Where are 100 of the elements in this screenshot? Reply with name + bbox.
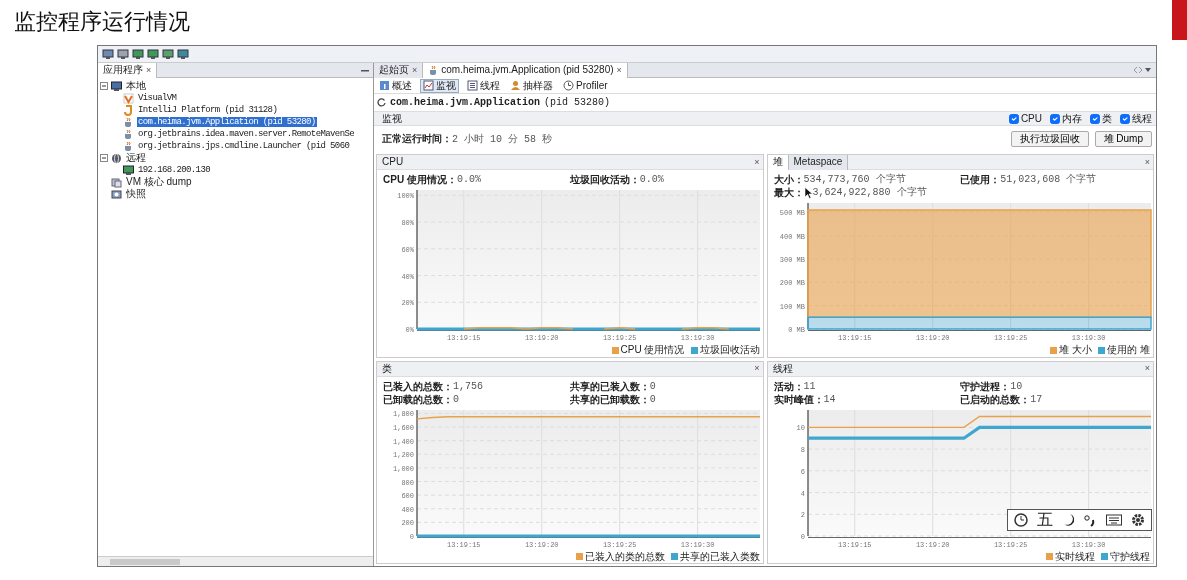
legend-label: CPU 使用情况 bbox=[620, 344, 685, 356]
monitor-icon[interactable] bbox=[132, 48, 144, 60]
stat-label: 垃圾回收活动： bbox=[569, 173, 640, 186]
monitor-icon[interactable] bbox=[102, 48, 114, 60]
legend-label: 守护线程 bbox=[1110, 550, 1150, 563]
checkbox[interactable] bbox=[1008, 113, 1019, 124]
panel-title: CPU bbox=[381, 156, 404, 168]
refresh-icon bbox=[377, 98, 386, 107]
tree-item[interactable]: VM 核心 dump bbox=[125, 176, 193, 188]
slide-title: 监控程序运行情况 bbox=[14, 9, 190, 36]
legend-label: 共享的已装入类数 bbox=[679, 550, 760, 563]
tree-item[interactable]: org.jetbrains.jps.cmdline.Launcher (pid 5060 bbox=[137, 140, 351, 152]
tab[interactable]: 监视 bbox=[420, 78, 459, 93]
tab[interactable]: Metaspace bbox=[788, 154, 849, 170]
settings-icon[interactable] bbox=[1131, 513, 1145, 527]
uptime-value: 2 小时 10 分 58 秒 bbox=[452, 133, 552, 145]
tree-item[interactable]: org.jetbrains.idea.maven.server.RemoteMavenSe bbox=[137, 128, 356, 140]
tab[interactable]: 堆 bbox=[767, 154, 789, 170]
uptime-label: 正常运行时间： bbox=[382, 132, 452, 144]
checkbox-label: 类 bbox=[1102, 112, 1112, 125]
monitor-icon[interactable] bbox=[117, 48, 129, 60]
close-button[interactable]: × bbox=[146, 64, 152, 76]
stat-value: 11 bbox=[803, 379, 816, 393]
monitor-icon[interactable] bbox=[162, 48, 174, 60]
checkbox-label: CPU bbox=[1020, 112, 1042, 125]
checkbox[interactable] bbox=[1090, 113, 1100, 124]
panel-title: 类 bbox=[381, 362, 392, 375]
legend-label: 堆 大小 bbox=[1059, 344, 1093, 356]
stat-label: 已卸载的总数： bbox=[383, 392, 453, 406]
tree-item[interactable]: 本地 bbox=[125, 80, 147, 92]
dropdown-icon[interactable] bbox=[1144, 66, 1152, 74]
globe-icon bbox=[111, 152, 122, 164]
coffee-cup-icon bbox=[123, 128, 134, 140]
panel-title: 线程 bbox=[771, 362, 793, 375]
stat-label: 实时峰值： bbox=[773, 392, 824, 406]
tree-item[interactable]: VisualVM bbox=[137, 92, 178, 104]
stat-label: 最大： bbox=[773, 186, 804, 199]
action-button[interactable]: 堆 Dump bbox=[1094, 131, 1152, 147]
stat-value: 0 bbox=[649, 379, 656, 393]
stat-value: 1,756 bbox=[453, 379, 483, 393]
coffee-cup-icon bbox=[428, 65, 439, 75]
stat-value: 3,624,922,880 个字节 bbox=[812, 186, 927, 199]
checkbox-label: 线程 bbox=[1132, 112, 1152, 125]
scrollbar[interactable] bbox=[98, 556, 373, 566]
close-button[interactable]: × bbox=[754, 363, 760, 374]
computer-icon bbox=[111, 80, 122, 92]
close-button[interactable]: × bbox=[616, 64, 622, 76]
collapse-icon[interactable] bbox=[100, 154, 108, 162]
stat-value: 14 bbox=[823, 392, 836, 406]
stat-label: 已启动的总数： bbox=[960, 392, 1031, 406]
close-button[interactable]: × bbox=[754, 156, 760, 168]
stat-label: CPU 使用情况： bbox=[383, 173, 457, 186]
stat-value: 0 bbox=[649, 392, 656, 406]
action-button[interactable]: 执行垃圾回收 bbox=[1010, 131, 1089, 147]
accent-bar bbox=[1172, 0, 1187, 40]
legend-label: 实时线程 bbox=[1055, 550, 1095, 563]
stat-label: 活动： bbox=[773, 379, 804, 393]
tree-item[interactable]: 快照 bbox=[125, 188, 147, 200]
stat-value: 0 bbox=[453, 392, 459, 406]
close-button[interactable]: × bbox=[412, 64, 418, 76]
app-logo-icon bbox=[123, 92, 134, 104]
collapse-icon[interactable] bbox=[100, 82, 108, 90]
monitor-icon[interactable] bbox=[177, 48, 189, 60]
clock-icon[interactable] bbox=[1014, 513, 1028, 527]
checkbox[interactable] bbox=[1120, 113, 1130, 124]
tree-item[interactable]: IntelliJ Platform (pid 31128) bbox=[137, 104, 279, 116]
info-icon bbox=[379, 80, 390, 91]
app-logo-icon bbox=[123, 104, 134, 116]
documents-icon bbox=[111, 176, 122, 188]
coffee-cup-icon bbox=[123, 140, 134, 152]
tab[interactable]: 概述 bbox=[377, 78, 414, 93]
clock-icon bbox=[563, 80, 574, 91]
tab[interactable]: Profiler bbox=[561, 78, 610, 93]
stat-label: 已使用： bbox=[960, 173, 1001, 186]
input-mode-button[interactable]: 五 bbox=[1037, 510, 1053, 530]
stat-label: 守护进程： bbox=[960, 379, 1011, 393]
stat-label: 大小： bbox=[773, 173, 804, 186]
coffee-cup-icon bbox=[123, 116, 134, 128]
legend-label: 已装入的类的总数 bbox=[584, 550, 665, 563]
stat-value: 17 bbox=[1030, 392, 1043, 406]
section-title: 监视 bbox=[382, 112, 402, 125]
punctuation-icon[interactable] bbox=[1083, 513, 1097, 527]
stat-value: 10 bbox=[1010, 379, 1023, 393]
checkbox[interactable] bbox=[1050, 113, 1060, 124]
person-icon bbox=[510, 80, 521, 91]
close-button[interactable]: × bbox=[1144, 156, 1150, 168]
tree-item[interactable]: 192.168.200.130 bbox=[137, 164, 211, 176]
tree-item[interactable]: 远程 bbox=[125, 152, 147, 164]
tab[interactable]: 线程 bbox=[465, 78, 502, 93]
tab[interactable]: 抽样器 bbox=[508, 78, 555, 93]
monitor-icon[interactable] bbox=[147, 48, 159, 60]
close-button[interactable]: × bbox=[1144, 363, 1150, 374]
stat-value: 534,773,760 个字节 bbox=[803, 173, 906, 186]
tree-item[interactable]: com.heima.jvm.Application (pid 53280) bbox=[137, 116, 317, 128]
app-name: com.heima.jvm.Application bbox=[390, 96, 541, 109]
keyboard-icon[interactable] bbox=[1106, 514, 1122, 526]
stat-label: 已装入的总数： bbox=[383, 379, 453, 393]
chart-icon bbox=[423, 80, 434, 91]
stat-value: 0.0% bbox=[456, 173, 481, 186]
legend-label: 垃圾回收活动 bbox=[699, 344, 760, 356]
